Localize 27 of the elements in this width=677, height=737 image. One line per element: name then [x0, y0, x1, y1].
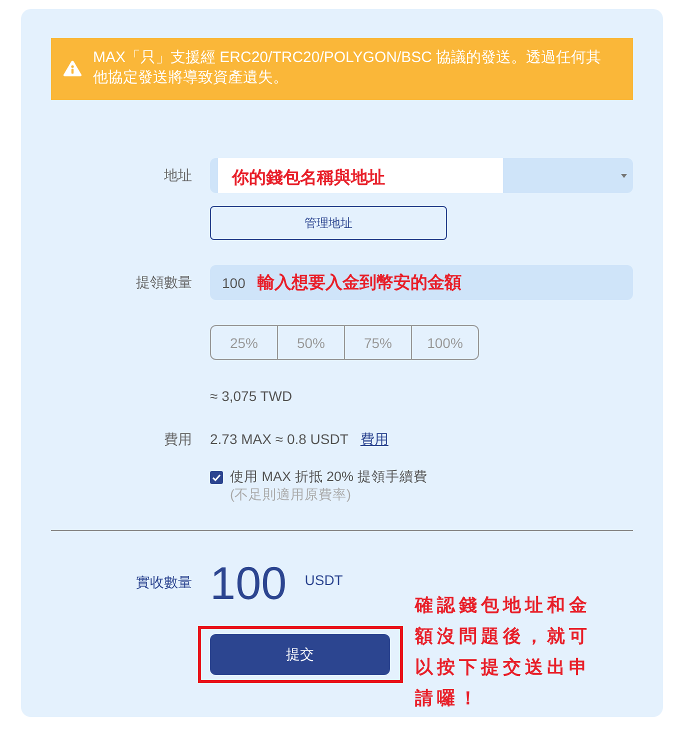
manage-address-button[interactable]: 管理地址 [210, 206, 447, 240]
annotation-text: 確認錢包地址和金額沒問題後，就可以按下提交送出申請囉！ [415, 594, 592, 710]
address-select[interactable]: 你的錢包名稱與地址 [210, 158, 633, 193]
caret-icon [621, 174, 627, 178]
field-label: 實收數量 [135, 574, 192, 592]
field-label: 費用 [163, 430, 192, 449]
annotation-label: 你的錢包名稱與地址 [218, 158, 503, 193]
field-label: 地址 [163, 166, 192, 184]
percent-button[interactable]: 25% [211, 326, 278, 359]
currency-unit: USDT [304, 572, 343, 588]
percent-button[interactable]: 100% [412, 326, 478, 359]
amount-field[interactable]: 100 輸入想要入金到幣安的金額 [210, 265, 633, 300]
annotation-text: 輸入想要入金到幣安的金額 [257, 272, 462, 294]
received-amount: 100 [210, 558, 287, 608]
checkbox-label: 使用 MAX 折抵 20% 提領手續費 [230, 468, 428, 486]
fee-link[interactable]: 費用 [360, 429, 388, 449]
checkbox-icon[interactable] [210, 470, 223, 484]
warning-icon [63, 60, 82, 76]
fee-value: 2.73 MAX ≈ 0.8 USDT [210, 430, 348, 449]
note-text: (不足則適用原費率) [230, 486, 351, 504]
percent-button[interactable]: 75% [345, 326, 412, 359]
field-value: 100 [222, 274, 246, 290]
conversion-text: ≈ 3,075 TWD [210, 387, 292, 406]
warning-text: MAX「只」支援經 ERC20/TRC20/POLYGON/BSC 協議的發送。透過任何其他協定發送將導致資產遺失。 [93, 48, 602, 88]
submit-button[interactable]: 提交 [210, 634, 390, 675]
field-label: 提領數量 [135, 274, 192, 292]
percent-button[interactable]: 50% [278, 326, 345, 359]
